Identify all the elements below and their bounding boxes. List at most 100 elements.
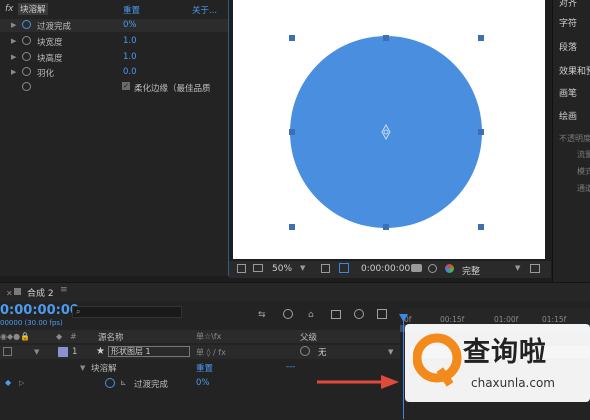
property-row-soften-edges[interactable]: ✓ 柔化边缘（最佳品质: [0, 81, 228, 94]
show-snapshot-icon[interactable]: [428, 264, 437, 273]
transform-handle[interactable]: [383, 224, 389, 230]
motion-blur-icon[interactable]: [354, 309, 364, 319]
star-shape-icon: ★: [96, 346, 105, 357]
timeline-search-input[interactable]: ⌕: [72, 306, 182, 318]
transform-handle[interactable]: [478, 224, 484, 230]
stopwatch-icon[interactable]: [105, 378, 115, 388]
av-switches-icon: ◉◆●🔒: [0, 332, 31, 341]
property-row-block-width[interactable]: ▶ 块宽度 1.0: [0, 35, 228, 48]
source-name-header[interactable]: 源名称: [98, 331, 124, 343]
parent-dropdown[interactable]: 无: [318, 346, 327, 358]
property-value[interactable]: 1.0: [123, 52, 137, 62]
paint-opacity-label: 不透明度: [559, 134, 590, 143]
transform-handle[interactable]: [289, 129, 295, 135]
switches-header[interactable]: 单☆\fx: [196, 331, 221, 342]
panel-item-paragraph[interactable]: 段落: [559, 40, 577, 53]
graph-icon[interactable]: ⊾: [120, 378, 127, 387]
red-arrow-annotation: [317, 375, 399, 389]
visibility-eye-icon[interactable]: [3, 347, 12, 356]
camera-icon[interactable]: [411, 264, 422, 272]
panel-item-align[interactable]: 对齐: [559, 0, 577, 9]
draft-3d-icon[interactable]: [283, 309, 293, 319]
blue-circle-shape[interactable]: [290, 36, 482, 228]
mask-toggle-icon[interactable]: [339, 263, 349, 273]
stopwatch-icon[interactable]: [22, 67, 31, 76]
right-side-panel: 对齐 字符 段落 效果和预 画笔 绘画 不透明度 流量 模式 通道: [552, 0, 590, 282]
playhead-line[interactable]: [403, 316, 404, 419]
expand-arrow-icon[interactable]: ▶: [11, 21, 16, 29]
timeline-column-headers: ◉◆●🔒 ◆ # 源名称 单☆\fx 父级: [0, 330, 400, 343]
chevron-down-icon[interactable]: ▼: [300, 264, 305, 272]
transform-handle[interactable]: [289, 224, 295, 230]
table-row-effect[interactable]: ▼ 块溶解 重置 ---: [0, 361, 400, 375]
stopwatch-icon[interactable]: [22, 82, 31, 91]
fx-icon[interactable]: fx: [5, 4, 14, 14]
viewer-timecode[interactable]: 0:00:00:00: [361, 264, 410, 274]
region-icon[interactable]: [237, 264, 246, 273]
expand-arrow-icon[interactable]: ▶: [11, 53, 16, 61]
keyframe-nav-icon[interactable]: ◆: [5, 378, 11, 387]
checkbox-checked[interactable]: ✓: [122, 82, 130, 90]
grid-icon[interactable]: [321, 264, 330, 273]
tab-menu-icon[interactable]: ≡: [60, 285, 68, 295]
property-row-feather[interactable]: ▶ 羽化 0.0: [0, 66, 228, 79]
graph-editor-icon[interactable]: [377, 309, 387, 319]
property-value[interactable]: 0.0: [123, 67, 137, 77]
zoom-dropdown[interactable]: 50%: [272, 264, 292, 274]
shy-layers-icon[interactable]: ⌂: [308, 310, 314, 320]
table-row-layer-1[interactable]: ▼ 1 ★ 形状图层 1 单 ◊ / fx 无 ▼: [0, 345, 400, 359]
comp-tab-label[interactable]: 合成 2: [27, 286, 54, 299]
stopwatch-icon[interactable]: [22, 52, 31, 61]
effect-row-reset[interactable]: 重置: [196, 362, 213, 374]
label-tag-icon: ◆: [56, 332, 63, 341]
expand-arrow-icon[interactable]: ▶: [11, 68, 16, 76]
parent-header[interactable]: 父级: [300, 331, 317, 343]
comp-flowchart-icon[interactable]: ⇆: [258, 310, 266, 320]
property-label: 羽化: [37, 69, 55, 79]
expand-arrow-icon[interactable]: ▼: [34, 348, 39, 356]
panel-item-paint[interactable]: 绘画: [559, 109, 577, 122]
transform-handle[interactable]: [289, 35, 295, 41]
panel-item-brush[interactable]: 画笔: [559, 86, 577, 99]
keyframe-nav-arrow-icon[interactable]: ▷: [19, 379, 24, 387]
layer-switches[interactable]: 单 ◊ / fx: [196, 347, 226, 358]
stopwatch-icon[interactable]: [22, 20, 31, 29]
expand-arrow-icon[interactable]: ▼: [80, 364, 85, 372]
pickwhip-icon[interactable]: [300, 346, 310, 356]
about-link[interactable]: 关于...: [192, 4, 217, 16]
stopwatch-icon[interactable]: [22, 36, 31, 45]
label-color-swatch[interactable]: [58, 347, 68, 357]
transform-handle[interactable]: [383, 35, 389, 41]
timeline-timecode[interactable]: 0:00:00:00: [0, 303, 79, 318]
frame-blending-icon[interactable]: [331, 310, 341, 319]
property-row-transition[interactable]: ▶ 过渡完成 0%: [0, 19, 228, 32]
property-row-block-height[interactable]: ▶ 块高度 1.0: [0, 51, 228, 64]
color-channel-icon[interactable]: [445, 264, 454, 273]
panel-item-character[interactable]: 字符: [559, 16, 577, 29]
panel-item-effects[interactable]: 效果和预: [559, 64, 590, 77]
watermark-title: 查询啦: [463, 337, 547, 368]
watermark-logo-icon: [413, 333, 462, 387]
layer-name-field[interactable]: 形状图层 1: [108, 346, 190, 357]
composition-canvas[interactable]: [233, 0, 545, 259]
close-icon[interactable]: ✕: [6, 289, 13, 298]
property-row-value[interactable]: 0%: [196, 378, 210, 388]
transform-handle[interactable]: [478, 35, 484, 41]
chevron-down-icon[interactable]: ▼: [515, 264, 520, 272]
effect-header-row[interactable]: fx 块溶解 重置 关于...: [0, 3, 228, 18]
property-value[interactable]: 1.0: [123, 36, 137, 46]
fast-previews-icon[interactable]: [530, 264, 540, 273]
expand-arrow-icon[interactable]: ▶: [11, 37, 16, 45]
effect-row-name[interactable]: 块溶解: [91, 362, 117, 374]
paint-flow-label: 流量: [577, 150, 590, 159]
effect-name[interactable]: 块溶解: [18, 3, 48, 15]
resolution-dropdown[interactable]: 完整: [462, 264, 480, 277]
reset-link[interactable]: 重置: [123, 4, 140, 16]
chevron-down-icon[interactable]: ▼: [388, 348, 393, 356]
monitor-icon[interactable]: [253, 264, 263, 272]
search-icon: ⌕: [76, 307, 81, 316]
layer-index: 1: [72, 347, 78, 357]
watermark-badge: 查询啦 chaxunla.com: [405, 324, 590, 402]
transform-handle[interactable]: [478, 129, 484, 135]
property-value[interactable]: 0%: [123, 20, 137, 30]
